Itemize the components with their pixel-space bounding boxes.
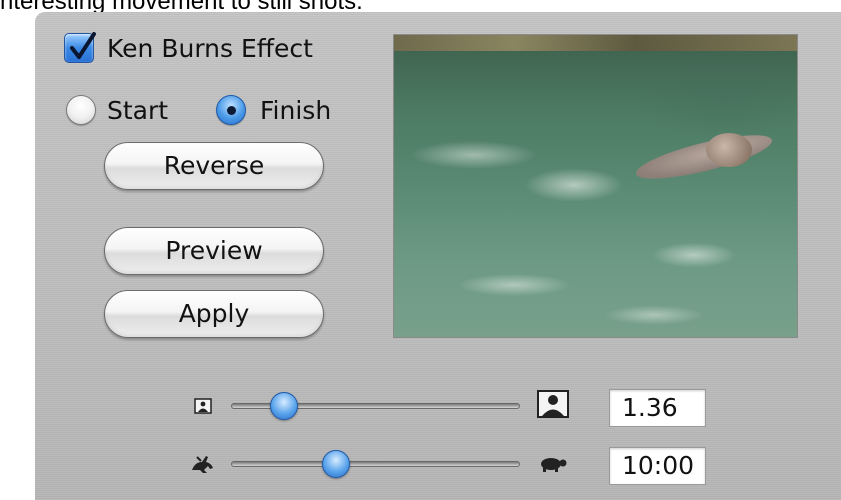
small-portrait-icon [194, 398, 212, 414]
rabbit-icon [192, 456, 213, 473]
ken-burns-checkbox[interactable] [64, 32, 96, 63]
ken-burns-label: Ken Burns Effect [107, 34, 313, 63]
turtle-icon [541, 458, 567, 472]
large-portrait-icon [537, 390, 569, 418]
start-radio[interactable] [66, 95, 96, 125]
caption-text: nteresting movement to still shots. [0, 0, 363, 15]
photo-seal-body [632, 126, 776, 188]
photo-seal-head [706, 133, 752, 167]
photo-rocks [394, 35, 797, 51]
photo-preview [393, 34, 798, 338]
reverse-button[interactable]: Reverse [104, 142, 324, 190]
checkmark-icon [70, 32, 96, 59]
start-label: Start [107, 96, 169, 125]
duration-value-field[interactable]: 10:00 [609, 447, 706, 485]
finish-radio[interactable] [216, 95, 246, 125]
finish-label: Finish [260, 96, 332, 125]
zoom-slider-knob[interactable] [270, 392, 299, 420]
zoom-value-field[interactable]: 1.36 [609, 389, 706, 427]
apply-button[interactable]: Apply [104, 290, 324, 338]
duration-slider-track[interactable] [231, 461, 520, 467]
preview-button[interactable]: Preview [104, 227, 324, 275]
radio-selected-dot [227, 106, 236, 115]
